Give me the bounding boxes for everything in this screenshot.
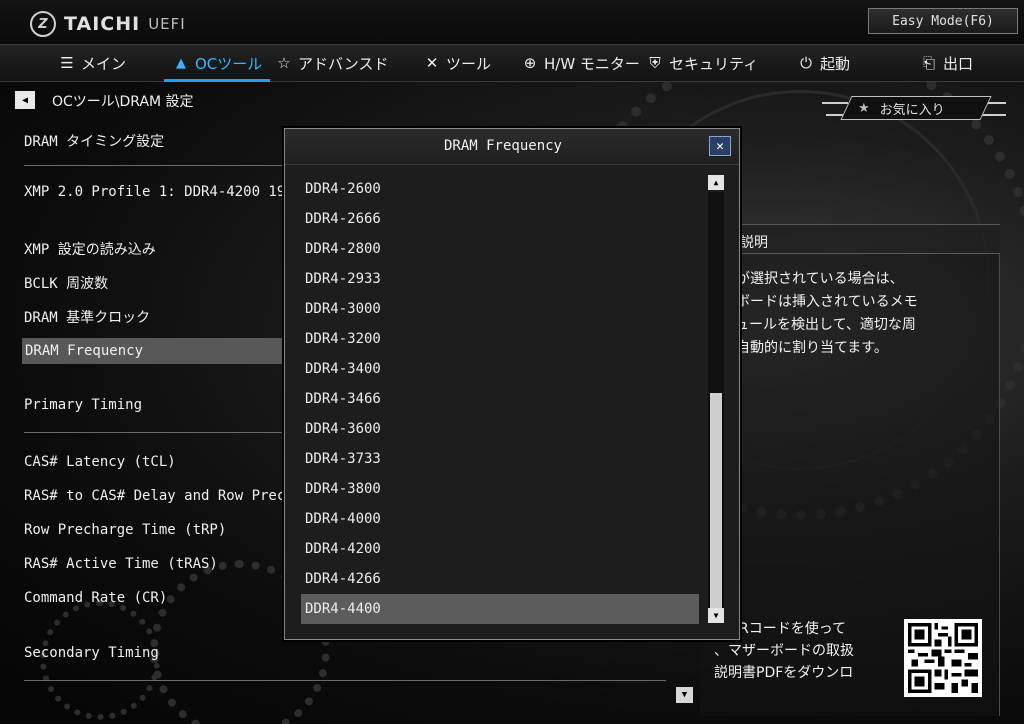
tab-boot[interactable]: ⏻ 起動: [797, 45, 850, 81]
breadcrumb: OCツール\DRAM 設定: [52, 94, 194, 110]
scroll-down-button[interactable]: ▼: [708, 608, 724, 623]
option-ddr4-2800[interactable]: DDR4-2800: [301, 234, 699, 264]
qr-code-icon: [908, 623, 978, 693]
option-ddr4-2933[interactable]: DDR4-2933: [301, 264, 699, 294]
tab-advanced[interactable]: ☆ アドバンスド: [275, 45, 388, 81]
divider: [24, 680, 666, 681]
tab-label: セキュリティ: [669, 54, 759, 73]
description-line: 数を自動的に割り当てます。: [708, 340, 888, 356]
setting-dram-frequency[interactable]: DRAM Frequency: [22, 338, 287, 364]
setting-load-xmp[interactable]: XMP 設定の読み込み: [24, 239, 156, 259]
easy-mode-button[interactable]: Easy Mode(F6): [868, 8, 1018, 34]
dialog-title: DRAM Frequency: [443, 138, 562, 154]
exit-icon: ⎗: [922, 54, 935, 72]
qr-caption: のQRコードを使って 、マザーボードの取扱 説明書PDFをダウンロ: [714, 618, 894, 684]
fav-decor-line: [822, 102, 848, 104]
setting-command-rate[interactable]: Command Rate (CR): [24, 590, 167, 606]
fav-label: ★ お気に入り: [858, 99, 945, 118]
option-ddr4-3200[interactable]: DDR4-3200: [301, 324, 699, 354]
tools-icon: ✕: [425, 54, 439, 72]
qr-caption-line: のQRコードを使って: [714, 621, 847, 637]
divider: [24, 165, 286, 166]
option-ddr4-4000[interactable]: DDR4-4000: [301, 504, 699, 534]
setting-row-precharge-time[interactable]: Row Precharge Time (tRP): [24, 522, 226, 538]
arrow-down-icon: ▼: [713, 611, 719, 620]
dram-frequency-dialog: DRAM Frequency ✕ DDR4-2600 DDR4-2666 DDR…: [284, 128, 740, 640]
tab-label: アドバンスド: [298, 54, 389, 73]
star-icon: ☆: [277, 54, 291, 72]
logo-mark-icon: Z: [30, 11, 56, 37]
rocket-icon: ▲: [176, 55, 186, 71]
back-button[interactable]: ◀: [15, 91, 35, 109]
scroll-up-button[interactable]: ▲: [708, 175, 724, 190]
main-nav: ☰ メイン ▲ OCツール ☆ アドバンスド ✕ ツール ⊕ H/W モニター …: [0, 44, 1024, 82]
setting-dram-reference-clock[interactable]: DRAM 基準クロック: [24, 307, 150, 327]
description-title: 説明: [740, 235, 768, 251]
tab-exit[interactable]: ⎗ 出口: [920, 45, 973, 81]
qr-caption-line: 、マザーボードの取扱: [714, 643, 854, 659]
shield-icon: ⛨: [649, 54, 661, 72]
logo: Z TAICHI UEFI: [30, 11, 186, 37]
option-ddr4-4400-selected[interactable]: DDR4-4400: [301, 594, 699, 624]
tab-label: H/W モニター: [544, 54, 640, 73]
brand-sub: UEFI: [148, 15, 186, 33]
option-ddr4-3400[interactable]: DDR4-3400: [301, 354, 699, 384]
description-line: ザーボードは挿入されているメモ: [708, 294, 918, 310]
option-ddr4-3600[interactable]: DDR4-3600: [301, 414, 699, 444]
main-scroll-down-button[interactable]: ▼: [676, 687, 693, 703]
description-line: モジュールを検出して、適切な周: [708, 317, 916, 333]
favorites-text: お気に入り: [879, 103, 945, 118]
setting-ras-to-cas-delay[interactable]: RAS# to CAS# Delay and Row Prech: [24, 488, 282, 504]
close-button[interactable]: ✕: [709, 136, 731, 156]
qr-caption-line: 説明書PDFをダウンロ: [714, 665, 854, 681]
option-ddr4-2666[interactable]: DDR4-2666: [301, 204, 699, 234]
section-primary-timing: Primary Timing: [24, 397, 143, 413]
option-ddr4-3733[interactable]: DDR4-3733: [301, 444, 699, 474]
crosshair-icon: ⊕: [523, 54, 537, 72]
tab-main[interactable]: ☰ メイン: [58, 45, 126, 81]
setting-cas-latency[interactable]: CAS# Latency (tCL): [24, 454, 176, 470]
brand-name: TAICHI: [64, 13, 141, 35]
back-arrow-icon: ◀: [21, 94, 29, 106]
top-bar: Z TAICHI UEFI Easy Mode(F6): [0, 0, 1024, 44]
tab-label: OCツール: [195, 54, 263, 73]
list-icon: ☰: [60, 54, 74, 72]
description-text: 動］が選択されている場合は、 ザーボードは挿入されているメモ モジュールを検出し…: [708, 268, 978, 360]
tab-label: 出口: [943, 54, 974, 73]
star-icon: ★: [858, 101, 870, 116]
setting-bclk-frequency[interactable]: BCLK 周波数: [24, 273, 108, 293]
section-dram-timing: DRAM タイミング設定: [24, 134, 165, 150]
option-ddr4-3466[interactable]: DDR4-3466: [301, 384, 699, 414]
tab-label: 起動: [820, 54, 851, 73]
section-secondary-timing: Secondary Timing: [24, 645, 159, 661]
arrow-down-icon: ▼: [681, 690, 688, 700]
tab-hw-monitor[interactable]: ⊕ H/W モニター: [521, 45, 640, 81]
tab-security[interactable]: ⛨ セキュリティ: [646, 45, 758, 81]
tab-label: ツール: [446, 54, 492, 73]
option-ddr4-2600[interactable]: DDR4-2600: [301, 174, 699, 204]
fav-decor-line: [982, 114, 1006, 116]
dialog-scrollbar-thumb[interactable]: [710, 393, 722, 609]
option-ddr4-3800[interactable]: DDR4-3800: [301, 474, 699, 504]
close-icon: ✕: [716, 138, 724, 154]
option-ddr4-4266[interactable]: DDR4-4266: [301, 564, 699, 594]
arrow-up-icon: ▲: [713, 178, 719, 187]
xmp-profile-info: XMP 2.0 Profile 1: DDR4-4200 19-: [24, 184, 294, 200]
power-icon: ⏻: [800, 54, 812, 72]
option-ddr4-3000[interactable]: DDR4-3000: [301, 294, 699, 324]
tab-oc-tools[interactable]: ▲ OCツール: [163, 45, 271, 82]
favorites-button[interactable]: ★ お気に入り: [822, 94, 1006, 124]
option-ddr4-4200[interactable]: DDR4-4200: [301, 534, 699, 564]
divider: [24, 432, 286, 433]
setting-ras-active-time[interactable]: RAS# Active Time (tRAS): [24, 556, 218, 572]
tab-tools[interactable]: ✕ ツール: [423, 45, 491, 81]
description-line: 動］が選択されている場合は、: [708, 271, 904, 287]
tab-label: メイン: [81, 54, 127, 73]
qr-code: [904, 619, 982, 697]
